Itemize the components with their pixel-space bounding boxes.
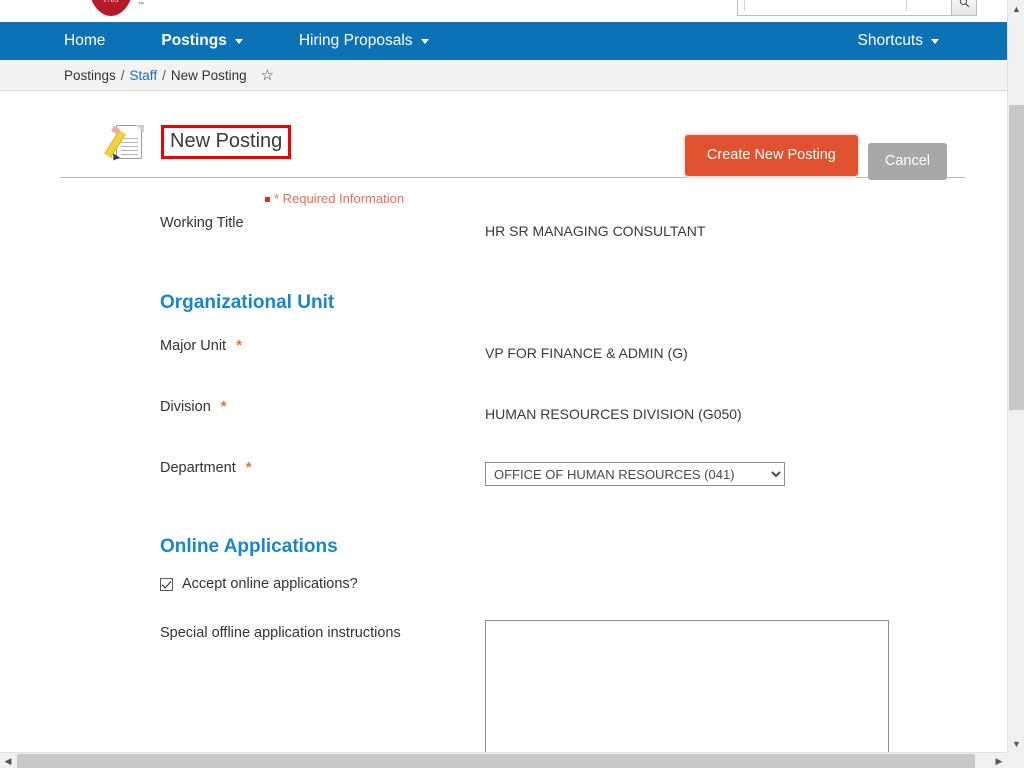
cancel-button[interactable]: Cancel	[867, 143, 947, 180]
horizontal-scrollbar[interactable]: ◀ ▶	[0, 752, 1024, 768]
label-division: Division *	[160, 393, 485, 417]
page-title-highlight: New Posting	[161, 125, 292, 159]
required-marker-square	[265, 197, 270, 202]
required-information-text: * Required Information	[274, 191, 405, 206]
nav-item-home-label: Home	[64, 32, 106, 49]
posting-form: Working Title HR SR MANAGING CONSULTANT …	[60, 210, 947, 752]
document-lines	[121, 138, 138, 158]
field-row-division: Division * HUMAN RESOURCES DIVISION (G05…	[60, 393, 947, 454]
label-department-text: Department	[160, 460, 236, 476]
value-working-title: HR SR MANAGING CONSULTANT	[485, 223, 706, 239]
field-row-offline-instructions: Special offline application instructions	[60, 620, 947, 752]
scroll-down-arrow-icon[interactable]: ▼	[1008, 735, 1024, 752]
value-major-unit: VP FOR FINANCE & ADMIN (G)	[485, 345, 688, 361]
caret-down-icon	[234, 38, 243, 44]
masthead: 1789 ™	[0, 0, 1007, 22]
field-row-major-unit: Major Unit * VP FOR FINANCE & ADMIN (G)	[60, 332, 947, 393]
field-row-working-title: Working Title HR SR MANAGING CONSULTANT	[60, 210, 947, 271]
label-department: Department *	[160, 454, 485, 478]
breadcrumb-separator: /	[120, 67, 125, 83]
nav-item-shortcuts[interactable]: Shortcuts	[858, 32, 939, 50]
label-working-title: Working Title	[160, 215, 244, 231]
field-row-department: Department * OFFICE OF HUMAN RESOURCES (…	[60, 454, 947, 515]
value-offline-instructions	[485, 620, 889, 752]
value-department: OFFICE OF HUMAN RESOURCES (041)	[485, 454, 785, 486]
create-new-posting-button[interactable]: Create New Posting	[684, 135, 858, 176]
breadcrumb-separator: /	[162, 67, 166, 83]
section-heading-online-applications: Online Applications	[160, 536, 338, 557]
horizontal-scrollbar-thumb[interactable]	[17, 754, 975, 768]
page-seam	[744, 0, 745, 11]
document-fold	[136, 125, 144, 133]
label-major-unit-text: Major Unit	[160, 338, 227, 354]
value-division: HUMAN RESOURCES DIVISION (G050)	[485, 406, 742, 422]
department-select[interactable]: OFFICE OF HUMAN RESOURCES (041)	[485, 462, 785, 486]
caret-down-icon	[931, 38, 939, 44]
accept-online-applications-checkbox[interactable]	[160, 577, 173, 591]
section-heading-organizational-unit: Organizational Unit	[160, 292, 335, 313]
breadcrumb-item-new-posting: New Posting	[170, 67, 247, 83]
vertical-scrollbar[interactable]: ▲ ▼	[1007, 0, 1024, 752]
label-major-unit: Major Unit *	[160, 332, 485, 356]
search-input[interactable]	[737, 0, 951, 16]
primary-navigation: Home Postings Hiring Proposals Shortcuts	[0, 22, 1007, 60]
field-row-accept-online-applications: Accept online applications?	[60, 576, 947, 592]
vertical-scrollbar-thumb[interactable]	[1009, 105, 1024, 410]
required-asterisk: *	[236, 337, 242, 354]
breadcrumb: Postings / Staff / New Posting ☆	[0, 60, 1007, 91]
page-seam	[906, 0, 907, 11]
browser-viewport: 1789 ™ Home Postings Hiring Proposals Sh…	[0, 0, 1024, 768]
page-header: New Posting Create New Posting Cancel	[60, 91, 947, 180]
scroll-left-arrow-icon[interactable]: ◀	[0, 753, 16, 768]
nav-item-hiring-proposals[interactable]: Hiring Proposals	[299, 32, 429, 50]
required-asterisk: *	[220, 398, 227, 415]
caret-down-icon	[420, 38, 429, 44]
nav-item-hiring-proposals-label: Hiring Proposals	[298, 32, 413, 49]
breadcrumb-item-postings[interactable]: Postings	[64, 68, 116, 83]
header-actions: Create New Posting Cancel	[684, 123, 947, 180]
scroll-up-arrow-icon[interactable]: ▲	[1008, 0, 1024, 17]
nav-item-home[interactable]: Home	[64, 32, 105, 50]
label-division-text: Division	[160, 399, 211, 415]
nav-item-shortcuts-label: Shortcuts	[857, 32, 923, 49]
scroll-right-arrow-icon[interactable]: ▶	[991, 753, 1007, 768]
page-content: 1789 ™ Home Postings Hiring Proposals Sh…	[0, 0, 1007, 752]
nav-right-group: Shortcuts	[858, 32, 939, 50]
label-offline-instructions: Special offline application instructions	[160, 625, 401, 641]
required-asterisk: *	[245, 459, 252, 476]
nav-item-postings[interactable]: Postings	[161, 32, 243, 50]
site-logo[interactable]: 1789 ™	[88, 0, 148, 20]
offline-instructions-textarea[interactable]	[485, 620, 889, 752]
logo-year-text: 1789	[103, 0, 119, 4]
site-search	[737, 0, 977, 16]
document-pencil-icon	[104, 125, 144, 163]
label-accept-online-applications[interactable]: Accept online applications?	[182, 576, 358, 592]
required-information-note: * Required Information	[160, 190, 420, 208]
trademark-symbol: ™	[138, 2, 144, 8]
nav-item-postings-label: Postings	[161, 32, 227, 49]
breadcrumb-item-staff[interactable]: Staff	[130, 68, 158, 83]
main-content: New Posting Create New Posting Cancel * …	[0, 91, 1007, 752]
search-button[interactable]	[951, 0, 977, 16]
page-title: New Posting	[170, 130, 283, 152]
star-icon[interactable]: ☆	[261, 68, 274, 83]
scrollbar-corner	[1007, 752, 1024, 768]
